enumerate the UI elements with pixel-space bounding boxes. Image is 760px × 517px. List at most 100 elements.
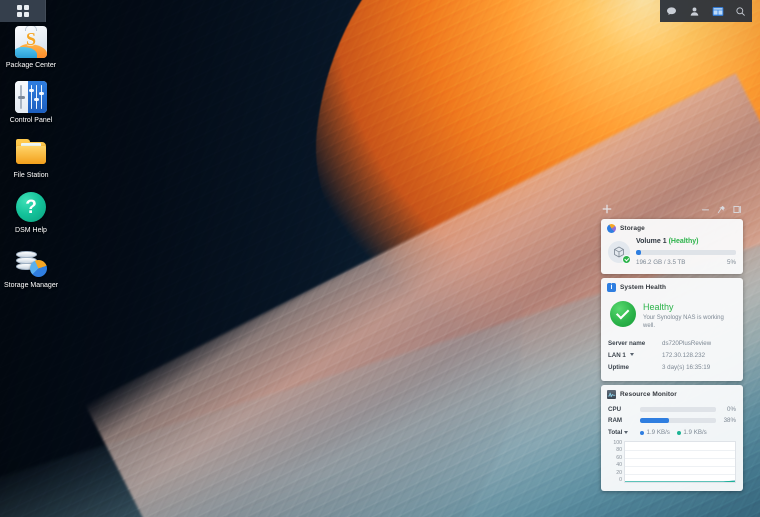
chart-line-download bbox=[625, 481, 735, 482]
system-health-widget-body: Healthy Your Synology NAS is working wel… bbox=[601, 295, 743, 381]
ram-label: RAM bbox=[608, 417, 623, 424]
storage-icon bbox=[607, 224, 616, 233]
system-health-text: Healthy Your Synology NAS is working wel… bbox=[643, 301, 736, 330]
info-value: 172.30.128.232 bbox=[662, 351, 706, 359]
system-health-summary: Healthy Your Synology NAS is working wel… bbox=[608, 297, 736, 337]
cpu-percent: 0% bbox=[727, 406, 736, 413]
minimize-widgets-button[interactable] bbox=[701, 205, 710, 214]
question-mark-glyph: ? bbox=[16, 192, 46, 222]
info-icon: i bbox=[607, 283, 616, 292]
y-tick: 80 bbox=[616, 447, 622, 454]
widget-panel-header bbox=[601, 202, 743, 216]
system-health-state: Healthy bbox=[643, 302, 674, 312]
desktop-icon-package-center[interactable]: S Package Center bbox=[0, 26, 62, 70]
volume-info: Volume 1 (Healthy) 196.2 GB / 3.5 TB 5% bbox=[636, 238, 736, 266]
info-row-lan1[interactable]: LAN 1 172.30.128.232 bbox=[608, 349, 736, 361]
volume-healthy-badge bbox=[622, 255, 631, 264]
y-tick: 100 bbox=[613, 440, 622, 446]
main-menu-button[interactable] bbox=[0, 0, 46, 22]
network-chart: 100 80 60 40 20 0 bbox=[608, 440, 736, 483]
chart-y-axis: 100 80 60 40 20 0 bbox=[608, 440, 624, 483]
ram-bar bbox=[640, 418, 716, 423]
system-health-widget-title: System Health bbox=[620, 284, 667, 291]
legend-dot bbox=[640, 430, 644, 435]
desktop-icon-control-panel[interactable]: Control Panel bbox=[0, 81, 62, 125]
ram-row: RAM 38% bbox=[608, 415, 736, 426]
desktop: S Package Center Control Panel File Stat… bbox=[0, 0, 760, 517]
system-health-widget-header: i System Health bbox=[601, 278, 743, 295]
resource-monitor-widget-header: Resource Monitor bbox=[601, 385, 743, 402]
resource-monitor-widget: Resource Monitor CPU 0% RAM 38% Total 1.… bbox=[601, 385, 743, 491]
desktop-icon-file-station[interactable]: File Station bbox=[0, 136, 62, 180]
legend-download: 1.9 KB/s bbox=[676, 429, 707, 436]
y-tick: 0 bbox=[619, 476, 622, 483]
desktop-icon-column: S Package Center Control Panel File Stat… bbox=[0, 26, 62, 301]
grid-menu-icon bbox=[16, 5, 29, 17]
desktop-icon-storage-manager[interactable]: Storage Manager bbox=[0, 246, 62, 290]
legend-value: 1.9 KB/s bbox=[646, 429, 670, 436]
network-legend: 1.9 KB/s 1.9 KB/s bbox=[640, 429, 707, 436]
legend-upload: 1.9 KB/s bbox=[640, 429, 670, 436]
info-value: ds720PlusReview bbox=[662, 339, 712, 347]
volume-percent: 5% bbox=[727, 259, 736, 266]
storage-widget-body: Volume 1 (Healthy) 196.2 GB / 3.5 TB 5% bbox=[601, 236, 743, 274]
control-panel-icon bbox=[15, 81, 47, 113]
legend-dot bbox=[676, 430, 681, 435]
info-row-server-name: Server name ds720PlusReview bbox=[608, 337, 736, 349]
chevron-down-icon bbox=[624, 431, 629, 434]
health-check-icon bbox=[610, 301, 636, 327]
search-icon[interactable] bbox=[729, 0, 752, 22]
chart-series bbox=[625, 442, 735, 482]
chart-plot-area bbox=[624, 441, 736, 483]
volume-usage-bar bbox=[636, 250, 736, 255]
system-health-widget: i System Health Healthy Your Synology NA… bbox=[601, 278, 743, 381]
chevron-down-icon bbox=[629, 353, 634, 357]
desktop-icon-label: File Station bbox=[13, 172, 49, 179]
volume-stats: 196.2 GB / 3.5 TB 5% bbox=[636, 259, 736, 266]
cpu-bar bbox=[640, 407, 716, 412]
total-label: Total bbox=[608, 429, 623, 436]
volume-status: (Healthy) bbox=[668, 238, 699, 245]
desktop-icon-label: DSM Help bbox=[15, 227, 47, 234]
taskbar-right bbox=[660, 0, 752, 22]
taskbar bbox=[0, 0, 760, 22]
dsm-help-icon: ? bbox=[15, 191, 47, 223]
package-center-icon: S bbox=[15, 26, 47, 58]
info-key: Server name bbox=[608, 339, 646, 347]
storage-manager-icon bbox=[15, 246, 47, 278]
desktop-icon-label: Package Center bbox=[5, 62, 57, 69]
ram-percent: 38% bbox=[723, 417, 736, 424]
cpu-row: CPU 0% bbox=[608, 404, 736, 415]
pin-widgets-icon[interactable] bbox=[717, 205, 726, 214]
collapse-panel-icon[interactable] bbox=[733, 205, 742, 214]
y-tick: 40 bbox=[616, 462, 622, 469]
storage-widget-title: Storage bbox=[620, 225, 645, 232]
desktop-icon-dsm-help[interactable]: ? DSM Help bbox=[0, 191, 62, 235]
desktop-icon-label: Storage Manager bbox=[3, 282, 59, 289]
add-widget-button[interactable] bbox=[602, 204, 612, 214]
volume-icon bbox=[608, 241, 631, 264]
volume-row[interactable]: Volume 1 (Healthy) 196.2 GB / 3.5 TB 5% bbox=[608, 238, 736, 266]
resource-monitor-widget-title: Resource Monitor bbox=[620, 391, 677, 398]
info-row-uptime: Uptime 3 day(s) 16:35:19 bbox=[608, 361, 736, 373]
info-value: 3 day(s) 16:35:19 bbox=[662, 363, 711, 371]
volume-name-line: Volume 1 (Healthy) bbox=[636, 238, 736, 245]
y-tick: 20 bbox=[616, 469, 622, 476]
file-station-icon bbox=[15, 136, 47, 168]
widget-panel: Storage Volume 1 (Healthy) 196.2 GB / 3.… bbox=[601, 202, 743, 495]
legend-value: 1.9 KB/s bbox=[683, 429, 707, 436]
widget-panel-controls bbox=[701, 205, 742, 214]
notifications-icon[interactable] bbox=[660, 0, 683, 22]
volume-used-total: 196.2 GB / 3.5 TB bbox=[636, 259, 686, 266]
desktop-icon-label: Control Panel bbox=[9, 117, 53, 124]
volume-name: Volume 1 bbox=[636, 238, 667, 245]
user-account-icon[interactable] bbox=[683, 0, 706, 22]
resource-monitor-icon bbox=[607, 390, 616, 399]
network-total-row[interactable]: Total 1.9 KB/s 1.9 KB/s bbox=[608, 426, 736, 438]
widget-panel-icon[interactable] bbox=[706, 0, 729, 22]
resource-monitor-widget-body: CPU 0% RAM 38% Total 1.9 KB/s 1.9 KB/s 1… bbox=[601, 402, 743, 491]
taskbar-left bbox=[0, 0, 46, 22]
info-key: Uptime bbox=[608, 363, 629, 371]
y-tick: 60 bbox=[616, 454, 622, 461]
system-health-description: Your Synology NAS is working well. bbox=[643, 315, 724, 329]
